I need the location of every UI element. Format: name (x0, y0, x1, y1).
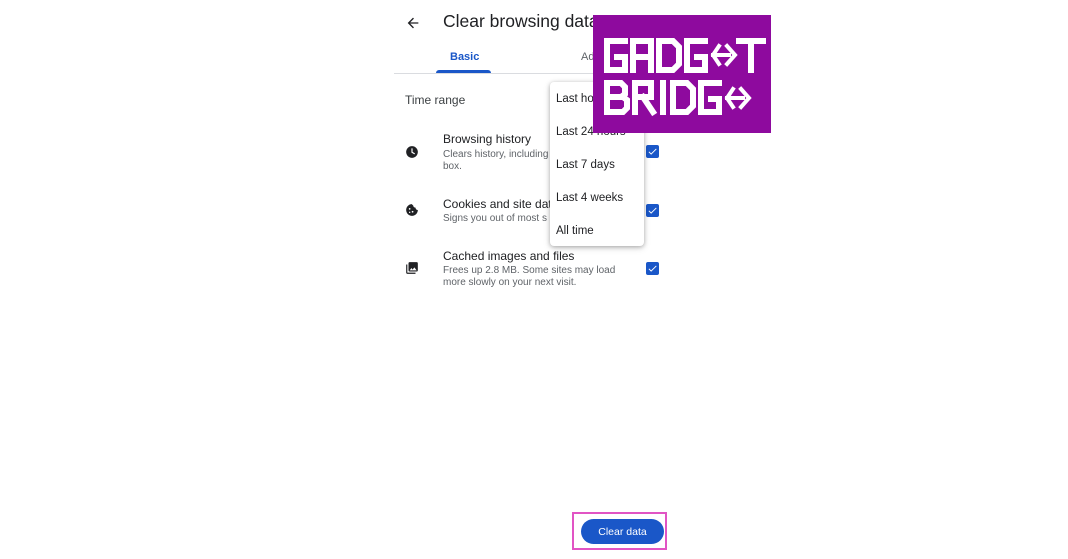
tab-basic[interactable]: Basic (450, 51, 479, 63)
gadget-bridge-logo (593, 15, 771, 133)
arrow-back-icon (407, 17, 419, 29)
cached-images-desc: Frees up 2.8 MB. Some sites may load (443, 265, 616, 276)
option-last-4-weeks[interactable]: Last 4 weeks (556, 192, 623, 204)
back-button[interactable] (400, 10, 426, 36)
option-last-7-days[interactable]: Last 7 days (556, 159, 615, 171)
cookie-icon (404, 202, 420, 218)
browsing-history-checkbox[interactable] (646, 145, 659, 158)
browsing-history-title: Browsing history (443, 132, 532, 146)
check-icon (648, 265, 657, 272)
cached-images-checkbox[interactable] (646, 262, 659, 275)
time-range-label[interactable]: Time range (405, 93, 465, 107)
clear-data-button[interactable]: Clear data (581, 519, 664, 544)
check-icon (648, 148, 657, 155)
option-all-time[interactable]: All time (556, 225, 594, 237)
cached-images-title: Cached images and files (443, 249, 575, 263)
cached-images-desc-cont: more slowly on your next visit. (443, 277, 577, 288)
cookies-checkbox[interactable] (646, 204, 659, 217)
cookies-title: Cookies and site dat (443, 197, 552, 211)
image-icon (404, 260, 420, 276)
page-title: Clear browsing data (443, 11, 599, 31)
clock-icon (404, 144, 420, 160)
check-icon (648, 207, 657, 214)
